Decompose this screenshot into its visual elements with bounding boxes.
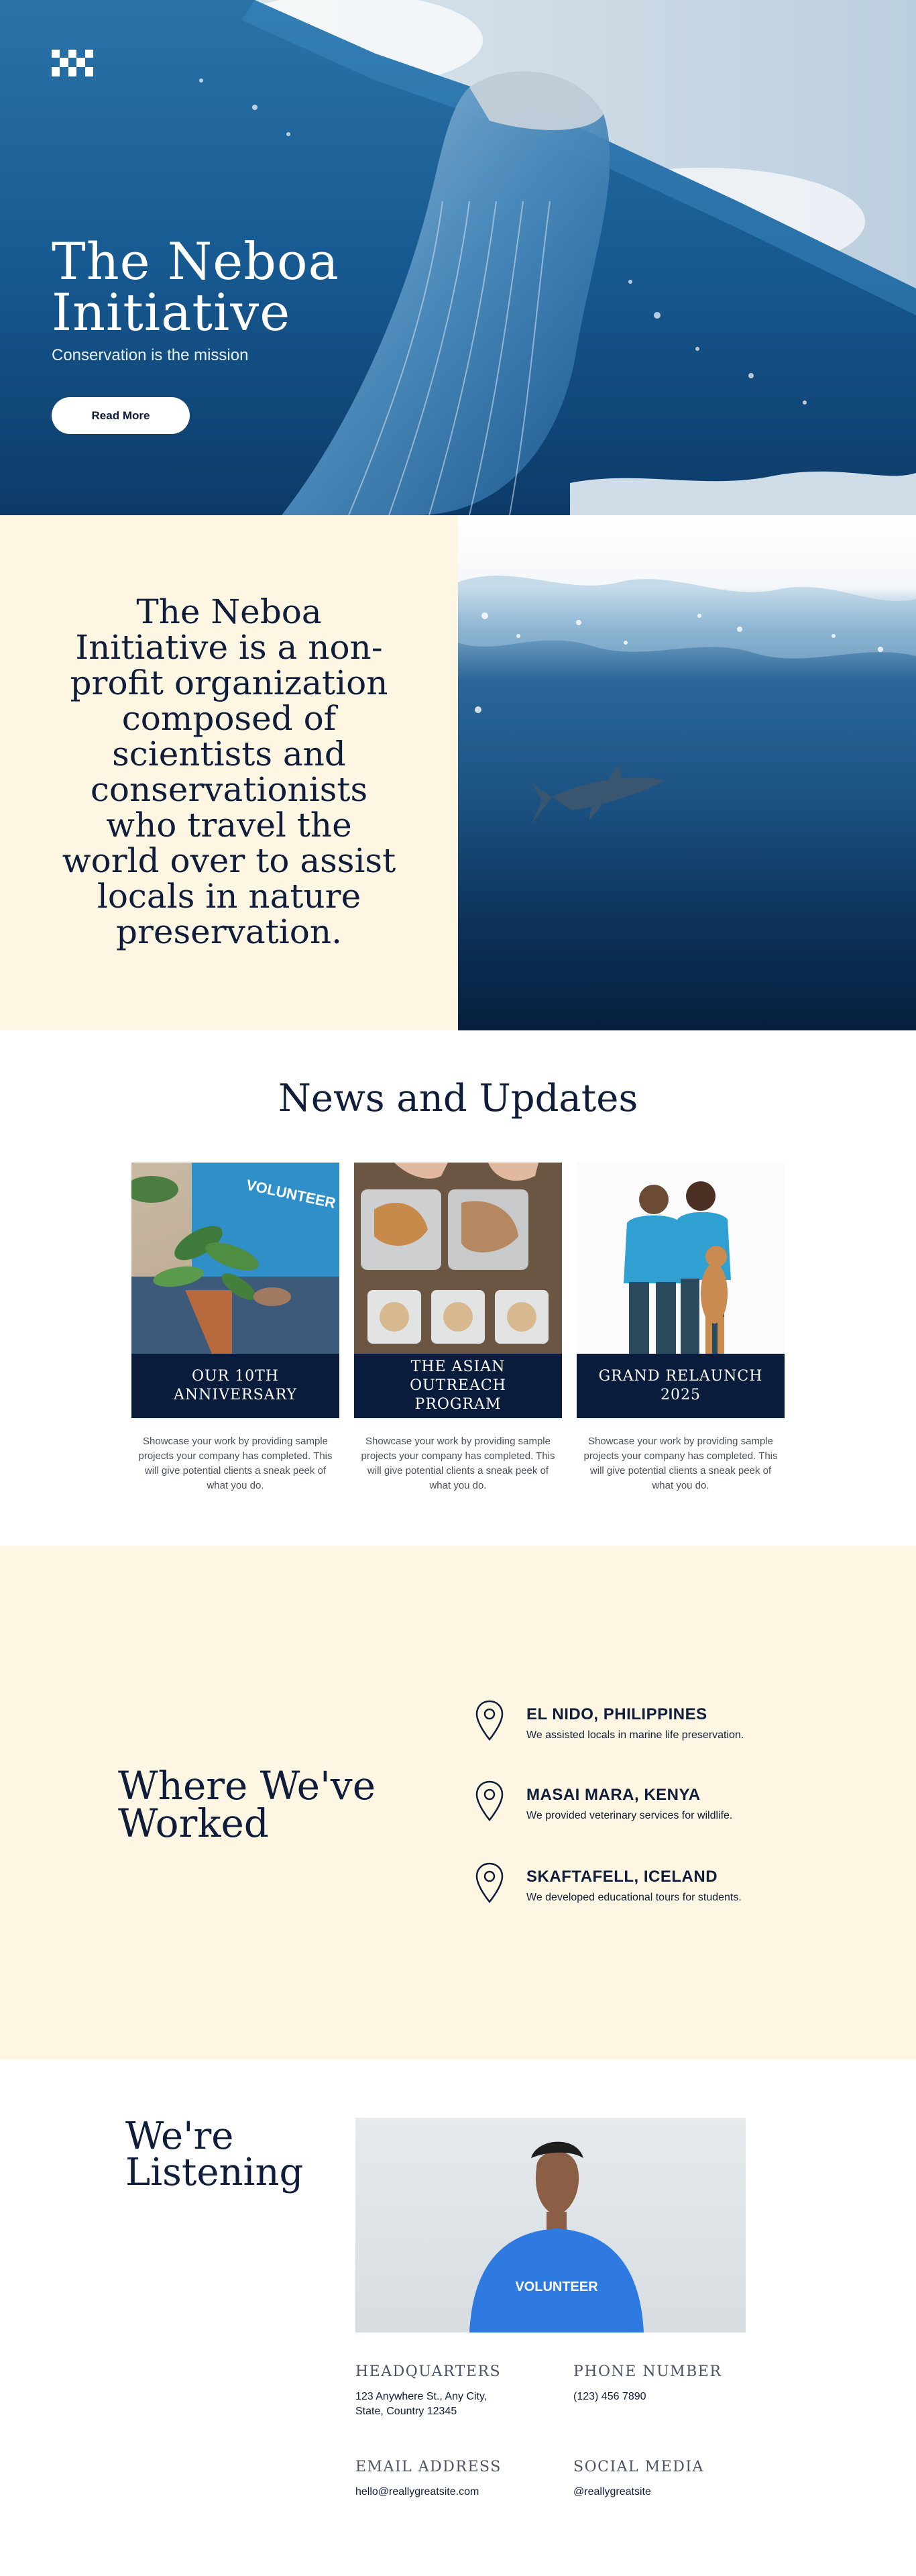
listening-title: We're Listening [125, 2114, 304, 2194]
shark-underwater-image [458, 515, 916, 1030]
news-card-grand-relaunch[interactable]: GRAND RELAUNCH 2025 Showcase your work b… [577, 1163, 785, 1493]
hero-section: The Neboa Initiative Conservation is the… [0, 0, 916, 515]
phone-value[interactable]: (123) 456 7890 [573, 2390, 646, 2404]
packing-supplies-image [354, 1163, 562, 1354]
hero-subtitle: Conservation is the mission [52, 346, 249, 364]
news-card-asian-outreach[interactable]: THE ASIAN OUTREACH PROGRAM Showcase your… [354, 1163, 562, 1493]
location-name: SKAFTAFELL, ICELAND [526, 1868, 718, 1886]
card-description: Showcase your work by providing sample p… [138, 1436, 333, 1491]
phone-label: PHONE NUMBER [573, 2363, 722, 2380]
about-text-panel: The Neboa Initiative is a non-profit org… [0, 515, 458, 1030]
map-pin-icon [475, 1780, 504, 1821]
hero-title: The Neboa Initiative [52, 231, 339, 342]
brand-logo[interactable] [52, 50, 93, 76]
volunteer-portrait-image: VOLUNTEER [355, 2118, 746, 2332]
social-value[interactable]: @reallygreatsite [573, 2485, 651, 2500]
card-title: GRAND RELAUNCH 2025 [577, 1354, 785, 1418]
card-description: Showcase your work by providing sample p… [583, 1436, 778, 1491]
read-more-button[interactable]: Read More [52, 397, 190, 434]
card-title: OUR 10TH ANNIVERSARY [131, 1354, 339, 1418]
location-description: We assisted locals in marine life preser… [526, 1729, 744, 1741]
headquarters-label: HEADQUARTERS [355, 2363, 502, 2380]
location-description: We provided veterinary services for wild… [526, 1810, 733, 1821]
news-title: News and Updates [278, 1077, 638, 1120]
shirt-volunteer-text: VOLUNTEER [515, 2279, 598, 2294]
location-description: We developed educational tours for stude… [526, 1892, 742, 1903]
headquarters-address: 123 Anywhere St., Any City, State, Count… [355, 2391, 488, 2417]
where-weve-worked-section: Where We've Worked EL NIDO, PHILIPPINES … [0, 1546, 916, 2059]
location-name: MASAI MARA, KENYA [526, 1786, 701, 1804]
social-label: SOCIAL MEDIA [573, 2459, 704, 2475]
about-section: The Neboa Initiative is a non-profit org… [0, 515, 916, 1030]
map-pin-icon [475, 1700, 504, 1741]
plant-volunteer-image: VOLUNTEER [131, 1163, 339, 1354]
news-card-anniversary[interactable]: VOLUNTEER OUR 10TH ANNIVERSARY Showcase … [131, 1163, 339, 1493]
volunteers-dog-image [577, 1163, 785, 1354]
card-title: THE ASIAN OUTREACH PROGRAM [354, 1354, 562, 1418]
card-description: Showcase your work by providing sample p… [361, 1436, 555, 1491]
worked-title: Where We've Worked [118, 1763, 376, 1846]
email-value[interactable]: hello@reallygreatsite.com [355, 2485, 479, 2500]
map-pin-icon [475, 1862, 504, 1903]
shark-shape [532, 763, 666, 824]
location-name: EL NIDO, PHILIPPINES [526, 1705, 707, 1723]
about-description: The Neboa Initiative is a non-profit org… [62, 592, 396, 951]
email-label: EMAIL ADDRESS [355, 2459, 502, 2475]
